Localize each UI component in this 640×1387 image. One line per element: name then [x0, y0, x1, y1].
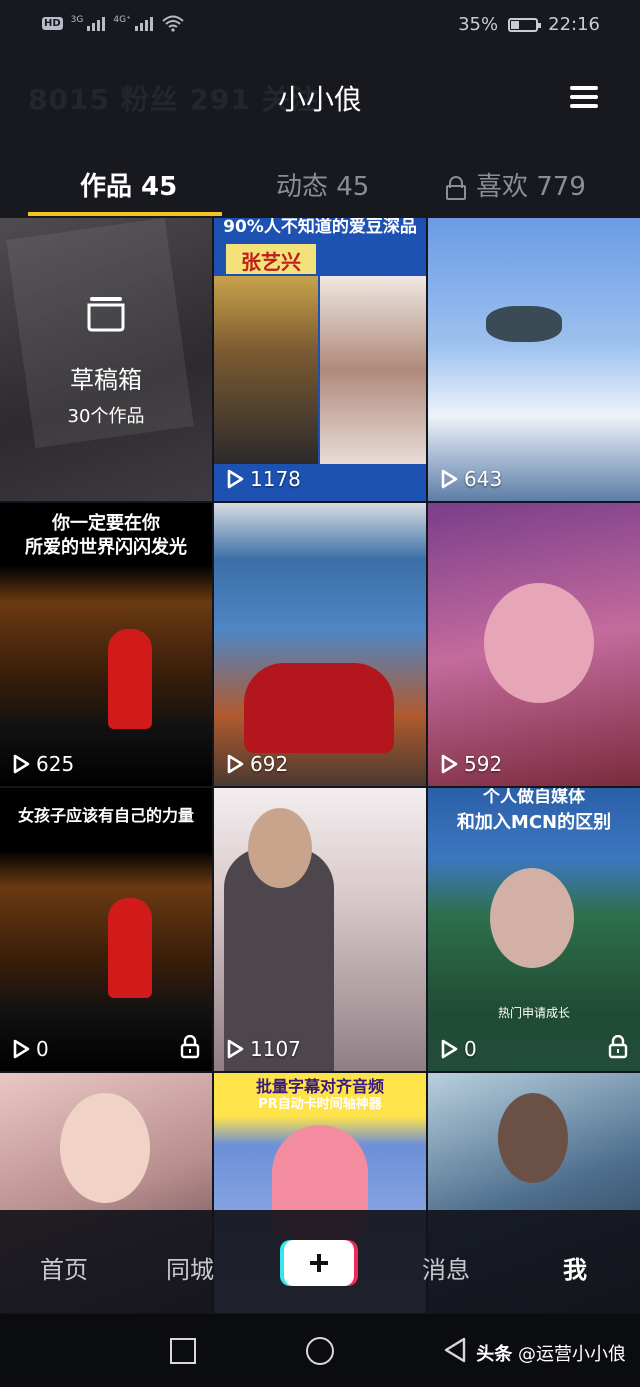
video-tile[interactable]: 你一定要在你 所爱的世界闪闪发光 625: [0, 503, 212, 786]
video-thumbnail-face: [484, 583, 594, 703]
battery-percent: 35%: [458, 14, 499, 35]
private-lock-icon: [180, 1035, 200, 1059]
view-count: 1178: [226, 467, 301, 491]
video-thumbnail-island: [486, 306, 562, 342]
play-icon: [441, 469, 458, 489]
view-count: 0: [12, 1037, 49, 1061]
view-count: 692: [226, 752, 288, 776]
play-icon: [227, 754, 244, 774]
network-indicators: HD 3G 4G⁺: [42, 14, 185, 32]
drafts-count: 30个作品: [67, 406, 145, 427]
video-thumbnail-figure: [108, 629, 152, 729]
back-icon[interactable]: [442, 1336, 468, 1364]
view-count: 1107: [226, 1037, 301, 1061]
hd-badge: HD: [42, 16, 63, 30]
tab-indicator: [28, 212, 222, 216]
watermark: 头条 @运营小小俍: [476, 1344, 626, 1365]
tab-likes[interactable]: 喜欢 779: [446, 166, 586, 203]
nav-messages[interactable]: 消息: [422, 1250, 470, 1285]
play-icon: [227, 1039, 244, 1059]
video-thumbnail-left: [214, 276, 318, 464]
status-bar: HD 3G 4G⁺ 35% 22:16: [0, 0, 640, 54]
play-icon: [441, 1039, 458, 1059]
nav-city[interactable]: 同城: [166, 1250, 214, 1285]
create-plus-button[interactable]: [284, 1240, 354, 1286]
video-tile[interactable]: 692: [214, 503, 426, 786]
drafts-title: 草稿箱: [70, 366, 142, 394]
video-caption: 你一定要在你: [52, 513, 160, 534]
video-caption: 90%人不知道的爱豆深品: [223, 218, 417, 237]
play-icon: [441, 754, 458, 774]
signal-icon: 3G: [71, 15, 106, 31]
play-icon: [227, 469, 244, 489]
video-tile[interactable]: 个人做自媒体 和加入MCN的区别 热门申请成长 0: [428, 788, 640, 1071]
video-tile[interactable]: 90%人不知道的爱豆深品 张艺兴 1178: [214, 218, 426, 501]
play-icon: [13, 1039, 30, 1059]
video-tile[interactable]: 女孩子应该有自己的力量 0: [0, 788, 212, 1071]
recent-apps-icon[interactable]: [170, 1338, 196, 1364]
play-icon: [13, 754, 30, 774]
video-thumbnail-figure: [108, 898, 152, 998]
clock: 22:16: [548, 14, 600, 35]
drafts-box-icon: [87, 297, 125, 332]
view-count: 643: [440, 467, 502, 491]
wifi-icon: [162, 15, 184, 32]
video-thumbnail-face: [490, 868, 574, 968]
video-tile[interactable]: 643: [428, 218, 640, 501]
nav-home[interactable]: 首页: [40, 1250, 88, 1285]
view-count: 0: [440, 1037, 477, 1061]
video-tile[interactable]: 1107: [214, 788, 426, 1071]
profile-header: 8015 粉丝 291 关注 小小俍: [0, 54, 640, 148]
status-right: 35% 22:16: [458, 14, 600, 35]
video-subcaption: 张艺兴: [241, 250, 301, 274]
menu-icon[interactable]: [570, 86, 598, 108]
tab-moments[interactable]: 动态 45: [276, 166, 369, 203]
profile-tabs: 作品 45 动态 45 喜欢 779: [0, 148, 640, 218]
view-count: 592: [440, 752, 502, 776]
bottom-nav: 首页 同城 消息 我: [0, 1210, 640, 1314]
video-thumbnail-face: [498, 1093, 568, 1183]
battery-icon: [508, 17, 542, 32]
signal-icon-2: 4G⁺: [113, 15, 153, 31]
video-thumbnail-figure: [244, 663, 394, 753]
drafts-tile[interactable]: 草稿箱 30个作品: [0, 218, 212, 501]
video-subcaption: 所爱的世界闪闪发光: [25, 537, 187, 558]
tab-works[interactable]: 作品 45: [80, 166, 177, 203]
video-subcaption: PR自动卡时间轴神器: [258, 1097, 382, 1112]
nav-me[interactable]: 我: [563, 1250, 587, 1285]
video-thumbnail-face: [60, 1093, 150, 1203]
video-tile[interactable]: 592: [428, 503, 640, 786]
video-footnote: 热门申请成长: [497, 1006, 570, 1020]
video-subcaption: 和加入MCN的区别: [456, 812, 612, 833]
page-title: 小小俍: [277, 83, 362, 116]
private-lock-icon: [608, 1035, 628, 1059]
lock-icon: [446, 176, 466, 200]
video-thumbnail-right: [320, 276, 426, 464]
video-caption: 女孩子应该有自己的力量: [17, 806, 194, 825]
view-count: 625: [12, 752, 74, 776]
video-caption: 个人做自媒体: [483, 788, 585, 807]
system-nav-bar: 头条 @运营小小俍: [0, 1314, 640, 1387]
home-icon[interactable]: [306, 1337, 334, 1365]
